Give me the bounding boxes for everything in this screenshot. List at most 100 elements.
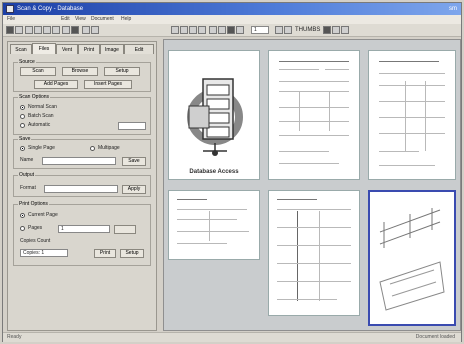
- multipage-label: Multipage: [98, 145, 120, 151]
- output-group: Output Format Apply: [13, 172, 151, 197]
- print-setup-button[interactable]: Setup: [120, 249, 144, 258]
- name-label: Name: [20, 157, 34, 163]
- fit-width-icon[interactable]: [218, 26, 226, 34]
- tab-scan[interactable]: Scan: [10, 44, 32, 54]
- add-pages-button[interactable]: Add Pages: [34, 80, 78, 89]
- current-page-radio[interactable]: [20, 213, 25, 218]
- save-group: Save Single Page Multipage Name Save: [13, 136, 151, 169]
- undo-icon[interactable]: [62, 26, 70, 34]
- list-view-icon[interactable]: [236, 26, 244, 34]
- name-input[interactable]: [42, 157, 116, 165]
- menu-item-document[interactable]: Document: [91, 15, 114, 24]
- save-icon[interactable]: [15, 26, 23, 34]
- tab-edit[interactable]: Edit: [124, 44, 154, 54]
- grid-view-icon[interactable]: [227, 26, 235, 34]
- thumbnail-page-2[interactable]: [268, 50, 360, 180]
- print-options-group: Print Options Current Page Pages 1 Copie…: [13, 201, 151, 266]
- copy-icon[interactable]: [43, 26, 51, 34]
- menu-item-edit[interactable]: Edit: [61, 15, 70, 24]
- source-group-label: Source: [18, 59, 36, 66]
- single-page-label: Single Page: [28, 145, 55, 151]
- zoom-out-icon[interactable]: [275, 26, 283, 34]
- thumbnail-database-access[interactable]: Database Access: [168, 50, 260, 180]
- rotate-icon[interactable]: [71, 26, 79, 34]
- title-bar: Scan & Copy - Database sm: [3, 3, 461, 15]
- save-group-label: Save: [18, 136, 32, 143]
- toolbar: 1 THUMBS: [3, 24, 461, 37]
- settings-icon[interactable]: [332, 26, 340, 34]
- copies-count-label: Copies Count: [20, 238, 51, 244]
- application-window: Scan & Copy - Database sm File Edit View…: [2, 2, 462, 342]
- menu-item-file[interactable]: File: [7, 15, 15, 24]
- current-page-label: Current Page: [28, 212, 58, 218]
- app-icon: [6, 5, 14, 13]
- tab-files[interactable]: Files: [32, 43, 56, 54]
- insert-pages-button[interactable]: Insert Pages: [84, 80, 132, 89]
- scan-options-group: Scan Options Normal Scan Batch Scan Auto…: [13, 94, 151, 135]
- paste-icon[interactable]: [52, 26, 60, 34]
- thumbnail-page-4[interactable]: [168, 190, 260, 260]
- open-icon[interactable]: [6, 26, 14, 34]
- status-right-text: Document loaded: [415, 334, 455, 340]
- browse-button[interactable]: Browse: [62, 67, 98, 76]
- tab-vent[interactable]: Vent: [56, 44, 78, 54]
- tab-image[interactable]: Image: [100, 44, 124, 54]
- window-title: Scan & Copy - Database: [17, 6, 84, 12]
- multipage-radio[interactable]: [90, 146, 95, 151]
- print-icon[interactable]: [25, 26, 33, 34]
- print-options-label: Print Options: [18, 201, 49, 208]
- fit-page-icon[interactable]: [209, 26, 217, 34]
- thumbnail-page-3[interactable]: [368, 50, 456, 180]
- thumbnail-page-6[interactable]: [368, 190, 456, 326]
- menu-item-view[interactable]: View: [75, 15, 86, 24]
- tab-print[interactable]: Print: [78, 44, 100, 54]
- thumbnail-viewer: Database Access: [163, 39, 461, 331]
- page-last-icon[interactable]: [198, 26, 206, 34]
- zoom-icon[interactable]: [82, 26, 90, 34]
- pages-radio[interactable]: [20, 226, 25, 231]
- source-group: Source Scan Browse Setup Add Pages Inser…: [13, 59, 151, 92]
- zoom-in-icon[interactable]: [284, 26, 292, 34]
- scan-icon[interactable]: [34, 26, 42, 34]
- thumbnail-page-5[interactable]: [268, 190, 360, 316]
- page-prev-icon[interactable]: [180, 26, 188, 34]
- left-panel: Scan Files Vent Print Image Edit Source …: [7, 41, 157, 331]
- setup-button[interactable]: Setup: [104, 67, 140, 76]
- automatic-field[interactable]: [118, 122, 146, 130]
- batch-scan-label: Batch Scan: [28, 113, 54, 119]
- save-button[interactable]: Save: [122, 157, 146, 166]
- menu-item-help[interactable]: Help: [121, 15, 131, 24]
- copies-value: Copies: 1: [23, 250, 45, 256]
- menu-bar: File Edit View Document Help: [3, 15, 461, 24]
- thumbnail-caption: Database Access: [189, 169, 239, 175]
- info-icon[interactable]: [341, 26, 349, 34]
- scan-options-label: Scan Options: [18, 94, 51, 101]
- print-button[interactable]: Print: [94, 249, 116, 258]
- copies-input[interactable]: Copies: 1: [20, 249, 68, 257]
- pages-dropdown[interactable]: [114, 225, 136, 234]
- scan-button[interactable]: Scan: [20, 67, 56, 76]
- zoom-input[interactable]: 1: [251, 26, 269, 34]
- format-label: Format: [20, 185, 36, 191]
- pages-value: 1: [61, 226, 64, 232]
- apply-button[interactable]: Apply: [122, 185, 146, 194]
- output-group-label: Output: [18, 172, 36, 179]
- status-left-text: Ready: [7, 334, 22, 340]
- zoom-value: 1: [254, 27, 257, 33]
- drawing-graphic: [379, 208, 445, 311]
- pages-label: Pages: [28, 225, 43, 231]
- status-bar: Ready Document loaded: [3, 332, 461, 342]
- view-mode-icon[interactable]: [323, 26, 331, 34]
- normal-scan-label: Normal Scan: [28, 104, 57, 110]
- page-next-icon[interactable]: [189, 26, 197, 34]
- normal-scan-radio[interactable]: [20, 105, 25, 110]
- thumbs-label[interactable]: THUMBS: [295, 25, 320, 35]
- format-input[interactable]: [44, 185, 118, 193]
- automatic-radio[interactable]: [20, 123, 25, 128]
- title-corner-text: sm: [449, 6, 457, 12]
- single-page-radio[interactable]: [20, 146, 25, 151]
- delete-icon[interactable]: [91, 26, 99, 34]
- pages-input[interactable]: 1: [58, 225, 110, 233]
- batch-scan-radio[interactable]: [20, 114, 25, 119]
- page-first-icon[interactable]: [171, 26, 179, 34]
